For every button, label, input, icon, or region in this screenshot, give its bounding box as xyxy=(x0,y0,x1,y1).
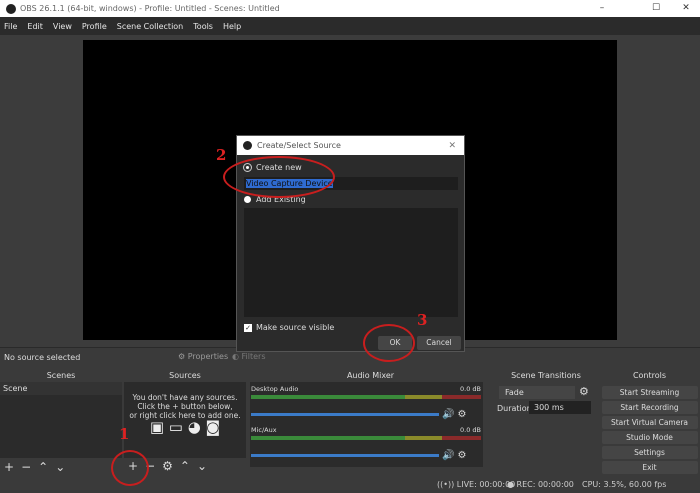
display-icon: ▭ xyxy=(168,418,183,436)
empty-line-1: You don't have any sources. xyxy=(132,393,238,402)
annotation-circle-2 xyxy=(223,156,335,198)
status-bar: ((•)) LIVE: 00:00:00 ● REC: 00:00:00 CPU… xyxy=(0,475,700,493)
move-up-button[interactable]: ⌃ xyxy=(38,460,48,474)
studio-mode-button[interactable]: Studio Mode xyxy=(601,431,698,444)
audio-mixer-title: Audio Mixer xyxy=(346,371,395,380)
desktop-audio-volume-slider[interactable] xyxy=(251,413,439,416)
controls-title: Controls xyxy=(632,371,667,380)
dialog-title: Create/Select Source xyxy=(257,141,341,150)
cpu-status: CPU: 3.5%, 60.00 fps xyxy=(582,480,667,489)
speaker-icon[interactable]: 🔊 xyxy=(442,450,454,461)
make-visible-label: Make source visible xyxy=(256,323,335,332)
exit-button[interactable]: Exit xyxy=(601,461,698,474)
obs-logo-icon xyxy=(243,141,252,150)
properties-label: Properties xyxy=(187,352,229,361)
gear-icon[interactable]: ⚙ xyxy=(457,409,466,420)
audio-mixer-panel: Desktop Audio 0.0 dB 🔊 ⚙ Mic/Aux 0.0 dB 🔊 ⚙ xyxy=(248,382,493,475)
image-icon: ▣ xyxy=(149,418,164,436)
dialog-close-button[interactable]: ✕ xyxy=(448,141,456,151)
annotation-number-1: 1 xyxy=(119,425,130,443)
scene-item[interactable]: Scene xyxy=(0,382,122,395)
annotation-circle-3 xyxy=(363,324,415,362)
annotation-circle-1 xyxy=(111,450,149,486)
globe-icon: ◕ xyxy=(187,418,201,436)
scenes-header: Scenes xyxy=(0,369,122,382)
menu-bar: File Edit View Profile Scene Collection … xyxy=(0,17,700,35)
obs-logo-icon xyxy=(6,3,16,14)
gear-icon[interactable]: ⚙ xyxy=(457,450,466,461)
controls-header: Controls xyxy=(599,369,700,382)
menu-scene-collection[interactable]: Scene Collection xyxy=(117,22,184,31)
move-down-button[interactable]: ⌄ xyxy=(55,460,65,474)
duration-input[interactable]: 300 ms xyxy=(529,401,591,414)
gear-icon[interactable]: ⚙ xyxy=(579,385,589,398)
dialog-title-bar: Create/Select Source ✕ xyxy=(237,136,464,155)
camera-icon: ◙ xyxy=(205,418,221,436)
live-status: ((•)) LIVE: 00:00:00 xyxy=(437,480,516,489)
scenes-panel: Scene + − ⌃ ⌄ xyxy=(0,382,122,475)
settings-button[interactable]: Settings xyxy=(601,446,698,459)
controls-panel: Start Streaming Start Recording Start Vi… xyxy=(599,382,700,475)
move-down-button[interactable]: ⌄ xyxy=(197,460,207,472)
menu-file[interactable]: File xyxy=(4,22,17,31)
minimize-button[interactable]: – xyxy=(588,0,616,17)
annotation-number-3: 3 xyxy=(417,311,428,329)
close-button[interactable]: ✕ xyxy=(672,0,700,17)
sources-title: Sources xyxy=(169,371,201,380)
speaker-icon[interactable]: 🔊 xyxy=(442,409,454,420)
desktop-audio-label: Desktop Audio xyxy=(251,385,299,393)
sources-header: Sources xyxy=(124,369,246,382)
start-streaming-button[interactable]: Start Streaming xyxy=(601,386,698,399)
duration-label: Duration xyxy=(497,404,532,413)
menu-edit[interactable]: Edit xyxy=(27,22,43,31)
filters-button[interactable]: ◐ Filters xyxy=(232,352,266,361)
transitions-title: Scene Transitions xyxy=(511,371,581,380)
filters-label: Filters xyxy=(241,352,266,361)
cancel-button[interactable]: Cancel xyxy=(417,336,461,350)
maximize-button[interactable]: ☐ xyxy=(642,0,670,17)
empty-line-2: Click the + button below, xyxy=(137,402,233,411)
transitions-header: Scene Transitions xyxy=(495,369,597,382)
no-source-label: No source selected xyxy=(4,353,81,362)
rec-status: ● REC: 00:00:00 xyxy=(507,480,574,489)
properties-button[interactable]: ⚙ Properties xyxy=(178,352,228,361)
mic-aux-volume-slider[interactable] xyxy=(251,454,439,457)
move-up-button[interactable]: ⌃ xyxy=(180,460,190,472)
menu-view[interactable]: View xyxy=(53,22,72,31)
annotation-number-2: 2 xyxy=(216,146,227,164)
transition-select[interactable]: Fade xyxy=(499,386,575,399)
rec-time: REC: 00:00:00 xyxy=(516,480,574,489)
remove-scene-button[interactable]: − xyxy=(21,460,31,474)
window-title: OBS 26.1.1 (64-bit, windows) - Profile: … xyxy=(20,4,280,13)
add-scene-button[interactable]: + xyxy=(4,460,14,474)
audio-mixer-header: Audio Mixer xyxy=(248,369,493,382)
existing-sources-list[interactable] xyxy=(244,208,458,317)
transitions-panel: Fade ⚙ Duration 300 ms xyxy=(495,382,597,475)
make-visible-checkbox[interactable]: ✓ Make source visible xyxy=(244,323,334,332)
mic-aux-label: Mic/Aux xyxy=(251,426,277,434)
start-virtual-camera-button[interactable]: Start Virtual Camera xyxy=(601,416,698,429)
duration-value: 300 ms xyxy=(534,403,564,412)
menu-tools[interactable]: Tools xyxy=(193,22,213,31)
scenes-title: Scenes xyxy=(46,371,76,380)
title-bar: OBS 26.1.1 (64-bit, windows) - Profile: … xyxy=(0,0,700,17)
transition-value: Fade xyxy=(505,388,524,397)
start-recording-button[interactable]: Start Recording xyxy=(601,401,698,414)
menu-help[interactable]: Help xyxy=(223,22,241,31)
menu-profile[interactable]: Profile xyxy=(82,22,107,31)
desktop-audio-level: 0.0 dB xyxy=(460,385,481,393)
mic-aux-level: 0.0 dB xyxy=(460,426,481,434)
source-settings-icon[interactable]: ⚙ xyxy=(162,460,173,472)
